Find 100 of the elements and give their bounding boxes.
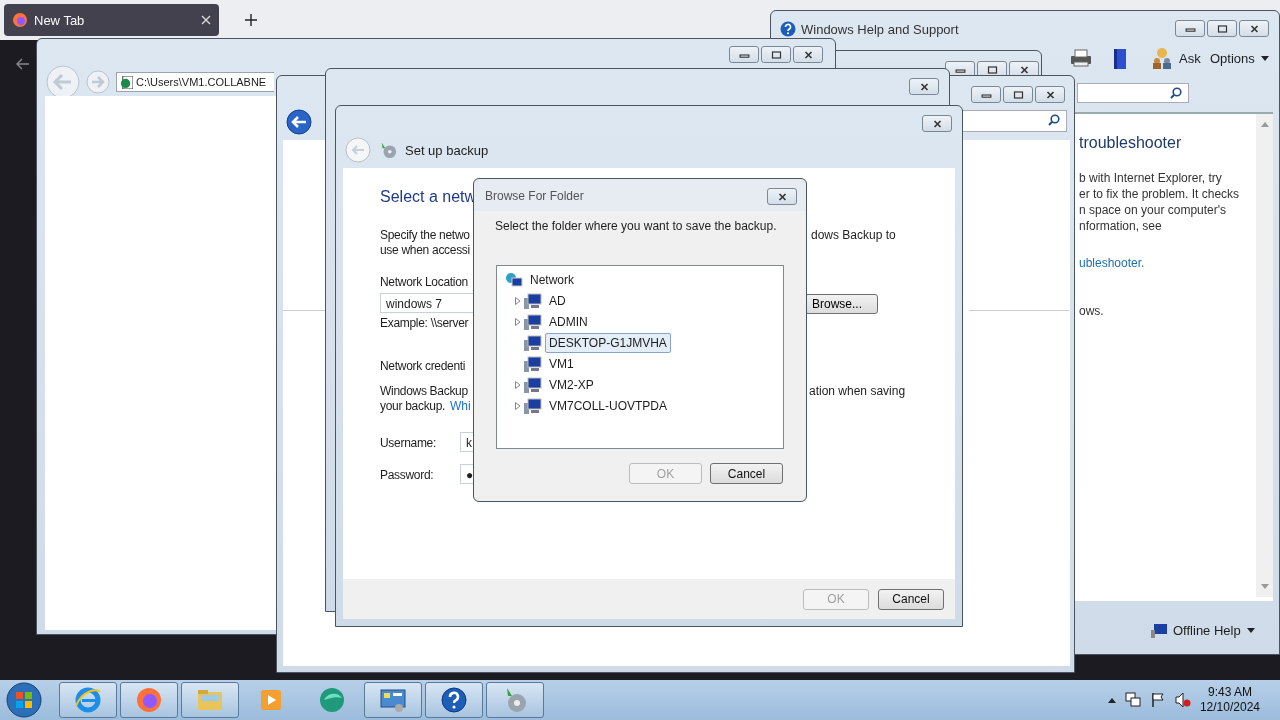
- computer-icon: [524, 292, 542, 309]
- close-icon: [1018, 65, 1030, 74]
- flag-icon[interactable]: [1149, 692, 1166, 708]
- ask-button[interactable]: Ask: [1179, 51, 1201, 66]
- browse-button[interactable]: Browse...: [805, 294, 878, 314]
- description-text: your backup.: [380, 399, 446, 413]
- maximize-button[interactable]: [1207, 20, 1237, 37]
- close-button[interactable]: [909, 78, 939, 95]
- article-text: er to fix the problem. It checks: [1079, 186, 1240, 202]
- close-icon: [1044, 90, 1056, 99]
- article-text: ows.: [1079, 304, 1104, 318]
- expand-arrow-icon[interactable]: [515, 380, 521, 389]
- network-icon: [505, 271, 523, 288]
- taskbar-button[interactable]: [120, 682, 178, 718]
- control-panel-icon: [379, 686, 407, 714]
- search-field[interactable]: [1077, 83, 1189, 103]
- taskbar-button[interactable]: [59, 682, 117, 718]
- description-text: ation when saving: [809, 384, 906, 398]
- close-button[interactable]: [922, 115, 952, 132]
- example-text: Example: \\server: [380, 316, 469, 330]
- people-icon[interactable]: [1151, 47, 1173, 69]
- offline-help-button[interactable]: Offline Help: [1151, 623, 1255, 638]
- show-hidden-icon[interactable]: [1107, 697, 1116, 703]
- search-icon: [1048, 114, 1060, 126]
- back-arrow-icon[interactable]: [16, 58, 30, 70]
- taskbar-button[interactable]: [181, 682, 239, 718]
- browser-e-icon: [74, 686, 102, 714]
- close-button[interactable]: [1035, 86, 1065, 103]
- printer-icon[interactable]: [1069, 49, 1093, 67]
- field-label: Password:: [380, 468, 434, 482]
- caret-icon: [1260, 56, 1269, 61]
- close-button[interactable]: [793, 46, 823, 63]
- article-text: n space on your computer's: [1079, 202, 1228, 218]
- close-icon: [802, 50, 814, 59]
- dialog-title: Browse For Folder: [485, 189, 584, 203]
- start-button[interactable]: [6, 682, 42, 718]
- close-icon: [776, 192, 788, 201]
- expand-arrow-icon[interactable]: [515, 401, 521, 410]
- maximize-button[interactable]: [761, 46, 791, 63]
- cancel-button[interactable]: Cancel: [878, 588, 944, 610]
- search-icon: [1170, 87, 1182, 99]
- taskbar-button[interactable]: [425, 682, 483, 718]
- article-text: b with Internet Explorer, try: [1079, 170, 1223, 186]
- book-icon[interactable]: [1112, 48, 1128, 70]
- instruction-text: Select the folder where you want to save the backup.: [495, 219, 777, 233]
- description-text: Specify the netwo: [380, 228, 470, 242]
- firefox-icon: [12, 12, 28, 28]
- tree-item[interactable]: VM7COLL-UOVTPDA: [545, 395, 672, 416]
- description-text: Windows Backup: [380, 384, 468, 398]
- description-text: use when accessi: [380, 243, 470, 257]
- maximize-icon: [986, 65, 998, 74]
- tree-item[interactable]: VM1: [545, 353, 578, 374]
- backup-icon: [379, 141, 397, 159]
- troubleshooter-link[interactable]: ubleshooter.: [1079, 256, 1145, 270]
- minimize-button[interactable]: [971, 86, 1001, 103]
- tree-item[interactable]: VM2-XP: [545, 374, 598, 395]
- section-heading: Network credenti: [380, 359, 466, 373]
- computer-icon: [524, 397, 542, 414]
- help-icon: [780, 21, 796, 37]
- cancel-button[interactable]: Cancel: [710, 463, 783, 484]
- tree-item[interactable]: ADMIN: [545, 311, 592, 332]
- close-icon: [931, 119, 943, 128]
- help-icon: [440, 686, 468, 714]
- close-icon: [1248, 24, 1260, 33]
- address-bar[interactable]: C:\Users\VM1.COLLABNE: [116, 72, 274, 92]
- close-button[interactable]: [1239, 20, 1269, 37]
- dialog-title: Set up backup: [405, 142, 489, 158]
- back-button[interactable]: [286, 109, 312, 135]
- page-icon: [120, 75, 133, 89]
- minimize-button[interactable]: [729, 46, 759, 63]
- taskbar-button[interactable]: [364, 682, 422, 718]
- maximize-icon: [1216, 24, 1228, 33]
- article-heading: troubleshooter: [1079, 134, 1182, 152]
- article-text: nformation, see: [1079, 218, 1163, 234]
- close-button[interactable]: [767, 188, 797, 205]
- computer-icon: [524, 313, 542, 330]
- tree-item[interactable]: DESKTOP-G1JMVHA: [545, 332, 671, 353]
- help-link[interactable]: Whi: [450, 399, 471, 413]
- maximize-icon: [1012, 90, 1024, 99]
- window-title: Windows Help and Support: [801, 22, 959, 37]
- caret-icon: [1246, 628, 1255, 633]
- expand-arrow-icon[interactable]: [515, 296, 521, 305]
- maximize-button[interactable]: [1003, 86, 1033, 103]
- browser-tab[interactable]: New Tab: [4, 4, 219, 36]
- speaker-muted-icon[interactable]: [1174, 692, 1191, 708]
- new-tab-icon[interactable]: [245, 14, 257, 26]
- field-label: Username:: [380, 436, 436, 450]
- expand-arrow-icon[interactable]: [515, 317, 521, 326]
- options-menu[interactable]: Options: [1210, 51, 1269, 66]
- close-icon[interactable]: [201, 15, 211, 25]
- maximize-icon: [770, 50, 782, 59]
- network-icon[interactable]: [1124, 692, 1141, 708]
- tree-item[interactable]: AD: [545, 290, 570, 311]
- firefox-icon: [135, 686, 163, 714]
- taskbar-button[interactable]: [486, 682, 544, 718]
- minimize-button[interactable]: [1175, 20, 1205, 37]
- clock[interactable]: 9:43 AM 12/10/2024: [1199, 685, 1260, 715]
- field-label: Network Location: [380, 275, 468, 289]
- computer-icon: [1151, 623, 1167, 638]
- tree-item[interactable]: Network: [526, 269, 578, 290]
